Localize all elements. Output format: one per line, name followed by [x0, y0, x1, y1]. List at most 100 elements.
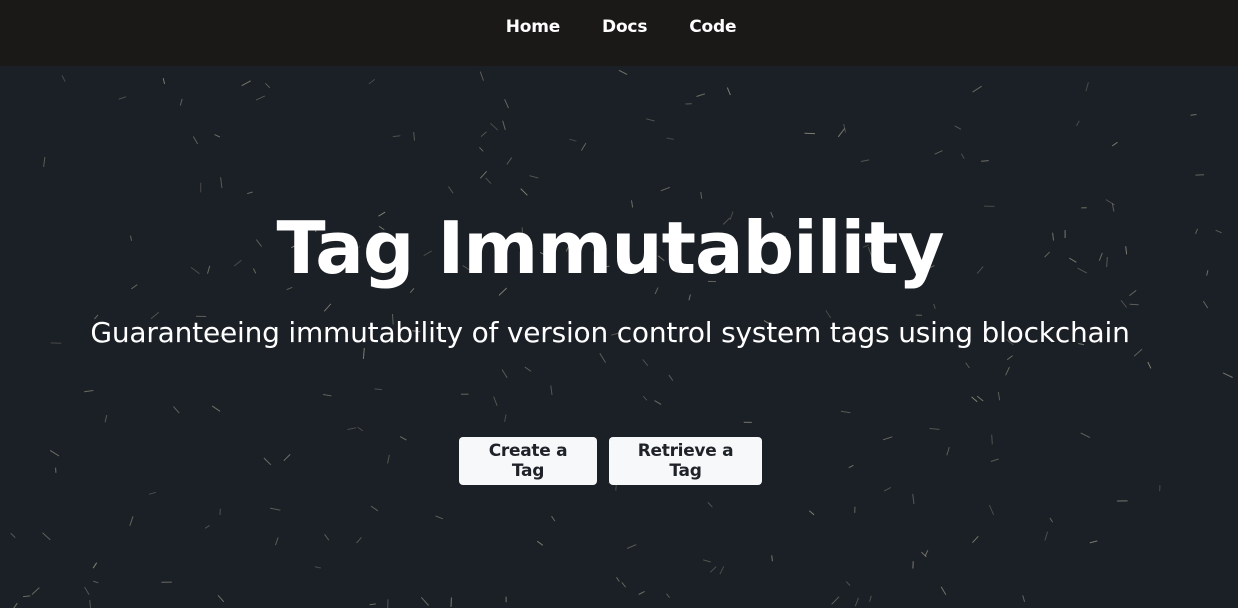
particle-streak [49, 449, 60, 457]
particle-streak [173, 406, 180, 414]
particle-streak [93, 580, 99, 584]
particle-streak [626, 544, 637, 549]
particle-streak [840, 410, 851, 414]
particle-streak [654, 400, 662, 405]
particle-streak [247, 191, 253, 195]
particle-streak [13, 602, 18, 608]
particle-streak [536, 540, 544, 546]
particle-streak [580, 142, 587, 151]
particle-streak [413, 132, 415, 141]
page-subtitle: Guaranteeing immutability of version con… [90, 316, 1130, 349]
particle-streak [504, 99, 509, 109]
particle-streak [1129, 303, 1139, 306]
particle-streak [976, 395, 984, 402]
particle-streak [991, 434, 993, 445]
particle-streak [22, 595, 31, 598]
nav-link-home[interactable]: Home [506, 17, 561, 37]
particle-streak [965, 362, 970, 369]
particle-streak [688, 294, 691, 301]
nav-link-docs[interactable]: Docs [602, 17, 647, 37]
particle-streak [420, 596, 429, 606]
particle-streak [1044, 531, 1049, 541]
particle-streak [1133, 348, 1143, 357]
page-title: Tag Immutability [276, 206, 944, 290]
particle-streak [990, 458, 999, 462]
particle-streak [988, 504, 995, 515]
particle-streak [843, 123, 847, 133]
particle-streak [972, 85, 982, 93]
particle-streak [524, 366, 532, 372]
particle-streak [1111, 141, 1118, 147]
particle-streak [854, 597, 859, 607]
particle-streak [1105, 199, 1115, 206]
particle-streak [501, 369, 508, 379]
particle-streak [1049, 517, 1054, 523]
create-tag-button[interactable]: Create a Tag [459, 437, 597, 485]
particle-streak [912, 493, 915, 505]
particle-streak [362, 348, 365, 359]
particle-streak [84, 586, 90, 596]
particle-streak [479, 147, 484, 152]
particle-streak [104, 414, 108, 423]
particle-streak [848, 464, 854, 469]
particle-streak [118, 96, 127, 100]
particle-streak [447, 186, 454, 194]
particle-streak [668, 374, 674, 381]
particle-streak [642, 358, 649, 367]
particle-streak [92, 562, 98, 569]
particle-streak [84, 390, 94, 393]
hero-section: Tag Immutability Guaranteeing immutabili… [0, 66, 1238, 608]
particle-streak [638, 590, 645, 595]
particle-streak [356, 537, 362, 544]
particle-streak [1222, 372, 1233, 378]
particle-streak [550, 385, 553, 395]
particle-streak [569, 138, 577, 142]
particle-streak [719, 566, 725, 575]
particle-streak [971, 396, 978, 403]
particle-streak [1080, 432, 1091, 439]
retrieve-tag-button[interactable]: Retrieve a Tag [609, 437, 762, 485]
particle-streak [933, 303, 936, 309]
particle-streak [1085, 82, 1089, 92]
particle-streak [493, 396, 498, 406]
particle-streak [220, 177, 223, 189]
particle-streak [1202, 300, 1209, 309]
particle-streak [162, 77, 166, 85]
particle-streak [43, 156, 46, 167]
particle-streak [485, 177, 492, 184]
particle-streak [179, 98, 183, 106]
particle-streak [61, 75, 66, 82]
particle-streak [621, 581, 626, 588]
particle-streak [954, 125, 962, 130]
top-navbar: Home Docs Code [0, 0, 1238, 66]
particle-streak [392, 135, 401, 138]
particle-streak [1006, 355, 1013, 361]
particle-streak [960, 153, 965, 159]
particle-streak [283, 454, 291, 462]
nav-link-code[interactable]: Code [689, 17, 736, 37]
particle-streak [435, 515, 444, 520]
particle-streak [255, 95, 266, 101]
hero-actions: Create a Tag Retrieve a Tag [459, 437, 762, 485]
particle-streak [357, 426, 364, 432]
particle-streak [883, 486, 892, 492]
particle-streak [42, 532, 51, 541]
particle-streak [217, 594, 225, 603]
particle-streak [504, 414, 507, 422]
particle-streak [726, 87, 731, 96]
particle-streak [666, 593, 670, 599]
particle-streak [148, 491, 157, 495]
particle-streak [1005, 366, 1010, 376]
particle-streak [10, 532, 16, 538]
particle-streak [489, 122, 499, 131]
particle-streak [860, 159, 870, 162]
particle-streak [322, 394, 332, 397]
particle-streak [1076, 120, 1080, 127]
particle-streak [666, 137, 674, 140]
particle-streak [882, 436, 893, 441]
particle-streak [700, 191, 703, 199]
particle-streak [934, 150, 943, 155]
particle-streak [529, 175, 539, 179]
particle-streak [845, 581, 851, 586]
particle-streak [263, 457, 272, 466]
